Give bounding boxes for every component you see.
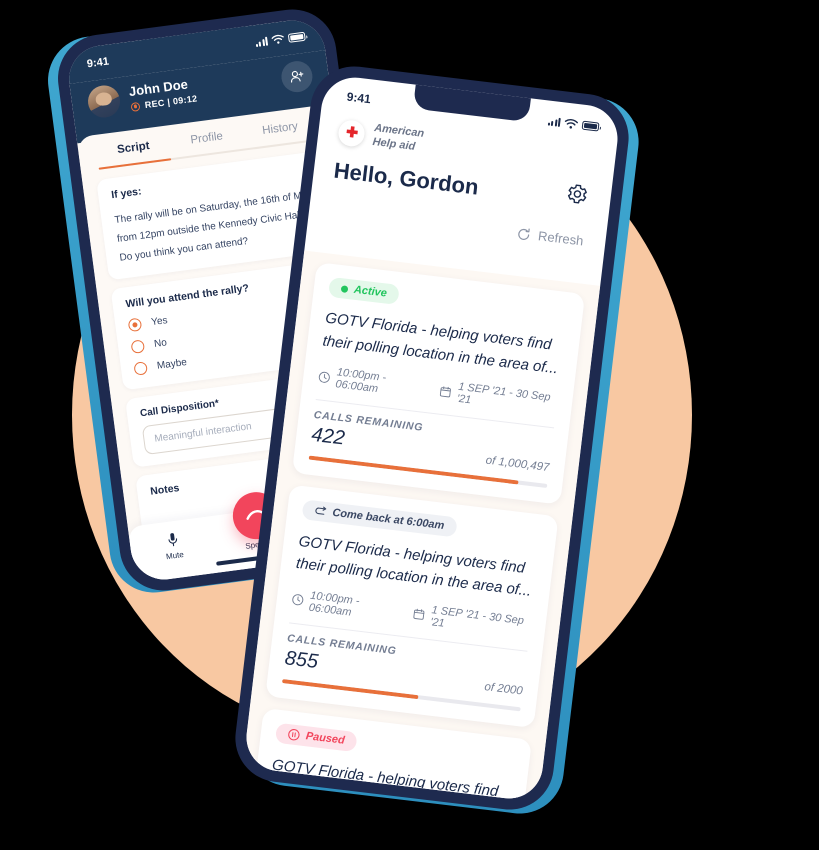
cellular-bars-icon [547, 116, 561, 127]
campaign-card[interactable]: Come back at 6:00am GOTV Florida - helpi… [265, 484, 559, 728]
green-dot-icon [340, 284, 349, 293]
dates-label: 1 SEP '21 - 30 Sep '21 [456, 380, 552, 407]
battery-icon [581, 120, 600, 132]
status-label: Paused [305, 729, 346, 747]
battery-icon [287, 31, 306, 43]
right-notch [412, 82, 532, 123]
pause-circle-icon [288, 728, 300, 740]
campaign-hours: 10:00pm - 06:00am [317, 364, 423, 400]
refresh-label: Refresh [537, 228, 585, 249]
clock-icon [292, 594, 304, 606]
clock-icon [318, 371, 330, 383]
mute-button[interactable]: Mute [144, 528, 203, 564]
radio-icon [130, 339, 146, 354]
gear-icon [567, 184, 587, 204]
hours-label: 10:00pm - 06:00am [334, 366, 387, 396]
campaign-hours: 10:00pm - 06:00am [291, 587, 397, 623]
add-user-icon [290, 70, 304, 83]
left-status-icons [254, 31, 306, 48]
radio-label: Yes [150, 315, 169, 329]
wifi-icon [564, 118, 579, 129]
right-status-time: 9:41 [346, 89, 372, 107]
add-user-button[interactable] [279, 58, 315, 94]
campaign-list[interactable]: Active GOTV Florida - helping voters fin… [242, 250, 601, 803]
wifi-icon [271, 34, 284, 44]
radio-label: Maybe [156, 356, 188, 372]
radio-icon [133, 361, 148, 376]
status-label: Active [353, 283, 388, 300]
campaign-dates: 1 SEP '21 - 30 Sep '21 [412, 602, 532, 640]
calendar-icon [440, 385, 452, 397]
campaign-card[interactable]: Active GOTV Florida - helping voters fin… [291, 262, 586, 505]
brand-name: American Help aid [372, 122, 425, 155]
mute-label: Mute [165, 549, 185, 562]
status-badge: Paused [274, 722, 358, 752]
microphone-icon [144, 528, 202, 551]
campaign-title: GOTV Florida - helping voters find their… [268, 755, 506, 803]
dates-label: 1 SEP '21 - 30 Sep '21 [429, 603, 525, 630]
avatar [86, 83, 122, 120]
left-contact-block: John Doe REC | 09:12 [128, 75, 198, 112]
radio-icon-selected [127, 317, 143, 333]
status-badge: Come back at 6:00am [301, 499, 458, 538]
hours-label: 10:00pm - 06:00am [308, 589, 361, 619]
status-badge: Active [327, 276, 400, 305]
refresh-icon [518, 228, 531, 240]
calendar-icon [413, 608, 425, 620]
record-dot-icon [130, 101, 141, 112]
campaign-dates: 1 SEP '21 - 30 Sep '21 [438, 379, 558, 417]
settings-button[interactable] [564, 181, 590, 212]
left-notch [141, 26, 248, 62]
cellular-bars-icon [255, 36, 269, 47]
radio-label: No [153, 337, 168, 350]
refresh-button[interactable]: Refresh [516, 226, 585, 249]
right-status-icons [547, 115, 600, 132]
return-arrow-icon [315, 505, 327, 515]
red-cross-icon [337, 118, 366, 148]
status-label: Come back at 6:00am [331, 506, 445, 533]
left-status-time: 9:41 [86, 55, 110, 71]
composition-stage: 9:41 John Doe REC | 09:12 Script Profile… [0, 0, 819, 850]
